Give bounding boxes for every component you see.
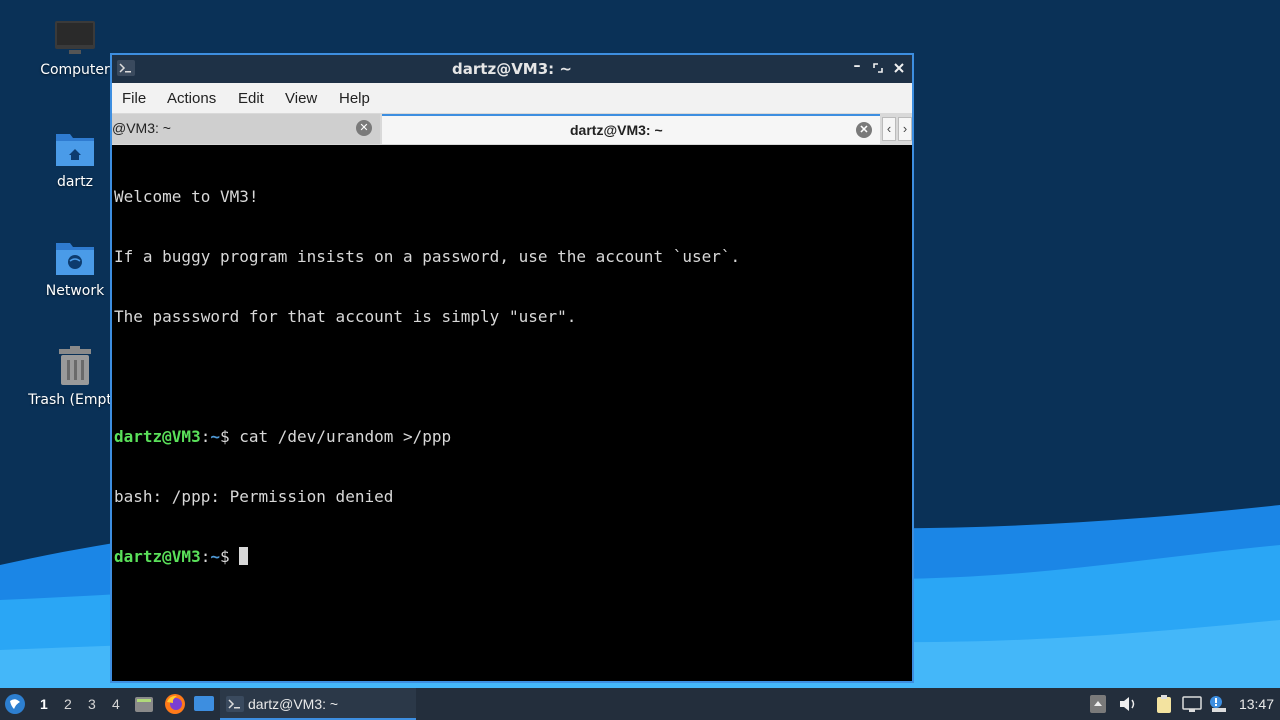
terminal-line: If a buggy program insists on a password…	[114, 247, 741, 266]
tab-label: dartz@VM3: ~	[570, 122, 663, 138]
menu-help[interactable]: Help	[339, 90, 370, 107]
workspace-2[interactable]: 2	[64, 696, 72, 712]
file-manager-launcher[interactable]	[134, 688, 156, 720]
desktop-icon-label: Trash (Empt	[28, 392, 112, 408]
home-folder-icon	[56, 134, 94, 166]
tab-close-icon[interactable]: ✕	[856, 122, 872, 138]
clock[interactable]: 13:47	[1239, 696, 1274, 712]
minimize-button[interactable]: –	[848, 58, 866, 78]
taskbar-task-terminal[interactable]: dartz@VM3: ~	[220, 688, 416, 720]
tab-inactive[interactable]: @VM3: ~ ✕	[112, 114, 380, 144]
desktop-icon-computer[interactable]: Computer	[30, 20, 120, 78]
start-menu-button[interactable]	[4, 688, 28, 720]
window-title: dartz@VM3: ~	[452, 60, 572, 78]
show-desktop-button[interactable]	[193, 688, 215, 720]
file-manager-icon	[135, 697, 153, 712]
desktop-icon-trash[interactable]: Trash (Empt	[28, 346, 120, 408]
lxqt-logo-icon	[5, 694, 25, 714]
menu-view[interactable]: View	[285, 90, 317, 107]
taskbar: 1 2 3 4 dartz@VM3: ~ 13:47	[0, 688, 1280, 720]
terminal-line: Welcome to VM3!	[114, 187, 259, 206]
tab-scroll-left-icon[interactable]: ‹	[882, 117, 896, 141]
terminal-prompt-line[interactable]: dartz@VM3:~$	[114, 547, 912, 567]
window-titlebar[interactable]: dartz@VM3: ~ –	[112, 55, 912, 83]
network-icon	[1182, 696, 1202, 712]
notification-tray[interactable]	[1208, 688, 1230, 720]
trash-icon	[59, 346, 91, 385]
terminal-output[interactable]: Welcome to VM3! If a buggy program insis…	[112, 145, 912, 681]
firefox-icon	[165, 694, 185, 714]
workspace-1[interactable]: 1	[40, 696, 48, 712]
menu-bar: File Actions Edit View Help	[112, 83, 912, 113]
prompt-separator: :	[200, 547, 211, 566]
prompt-separator: :	[200, 427, 211, 446]
prompt-path: ~	[210, 427, 220, 446]
tab-close-icon[interactable]: ✕	[356, 120, 372, 136]
network-folder-icon	[56, 243, 94, 275]
desktop-icon-network[interactable]: Network	[30, 237, 120, 299]
desktop-icon	[194, 696, 214, 711]
terminal-window[interactable]: dartz@VM3: ~ – File Actions Edit View He…	[110, 53, 914, 683]
computer-icon	[55, 21, 95, 54]
volume-icon	[1120, 697, 1135, 711]
network-tray[interactable]	[1182, 688, 1204, 720]
volume-control[interactable]	[1118, 688, 1140, 720]
command-text: cat /dev/urandom >/ppp	[239, 427, 452, 446]
notification-icon	[1210, 696, 1226, 712]
clipboard-tray[interactable]	[1155, 688, 1177, 720]
tab-scroll-right-icon[interactable]: ›	[898, 117, 912, 141]
tray-expand-button[interactable]	[1090, 688, 1110, 720]
close-button[interactable]	[890, 58, 908, 78]
tab-label: @VM3: ~	[112, 120, 171, 136]
desktop-icon-home[interactable]: dartz	[30, 128, 120, 190]
text-cursor	[239, 547, 249, 565]
desktop-icon-label: Network	[45, 283, 105, 299]
menu-actions[interactable]: Actions	[167, 90, 216, 107]
menu-file[interactable]: File	[122, 90, 146, 107]
prompt-path: ~	[210, 547, 220, 566]
workspace-3[interactable]: 3	[88, 696, 96, 712]
tab-bar: @VM3: ~ ✕ dartz@VM3: ~ ✕ ‹ ›	[112, 113, 912, 145]
terminal-line: The passsword for that account is simply…	[114, 307, 577, 326]
workspace-4[interactable]: 4	[112, 696, 120, 712]
menu-edit[interactable]: Edit	[238, 90, 264, 107]
maximize-button[interactable]	[869, 58, 887, 78]
desktop-icon-label: Computer	[40, 62, 110, 78]
terminal-icon	[226, 696, 244, 712]
terminal-command-line: dartz@VM3:~$ cat /dev/urandom >/ppp	[114, 427, 912, 447]
chevron-up-icon	[1090, 695, 1106, 713]
firefox-launcher[interactable]	[164, 688, 186, 720]
prompt-symbol: $	[219, 427, 240, 446]
prompt-user: dartz@VM3	[114, 547, 201, 566]
clipboard-icon	[1157, 695, 1171, 713]
tab-active[interactable]: dartz@VM3: ~ ✕	[382, 114, 880, 144]
task-label: dartz@VM3: ~	[248, 696, 339, 712]
terminal-error-line: bash: /ppp: Permission denied	[114, 487, 394, 506]
prompt-symbol: $	[219, 547, 240, 566]
desktop-icon-label: dartz	[56, 174, 94, 190]
prompt-user: dartz@VM3	[114, 427, 201, 446]
